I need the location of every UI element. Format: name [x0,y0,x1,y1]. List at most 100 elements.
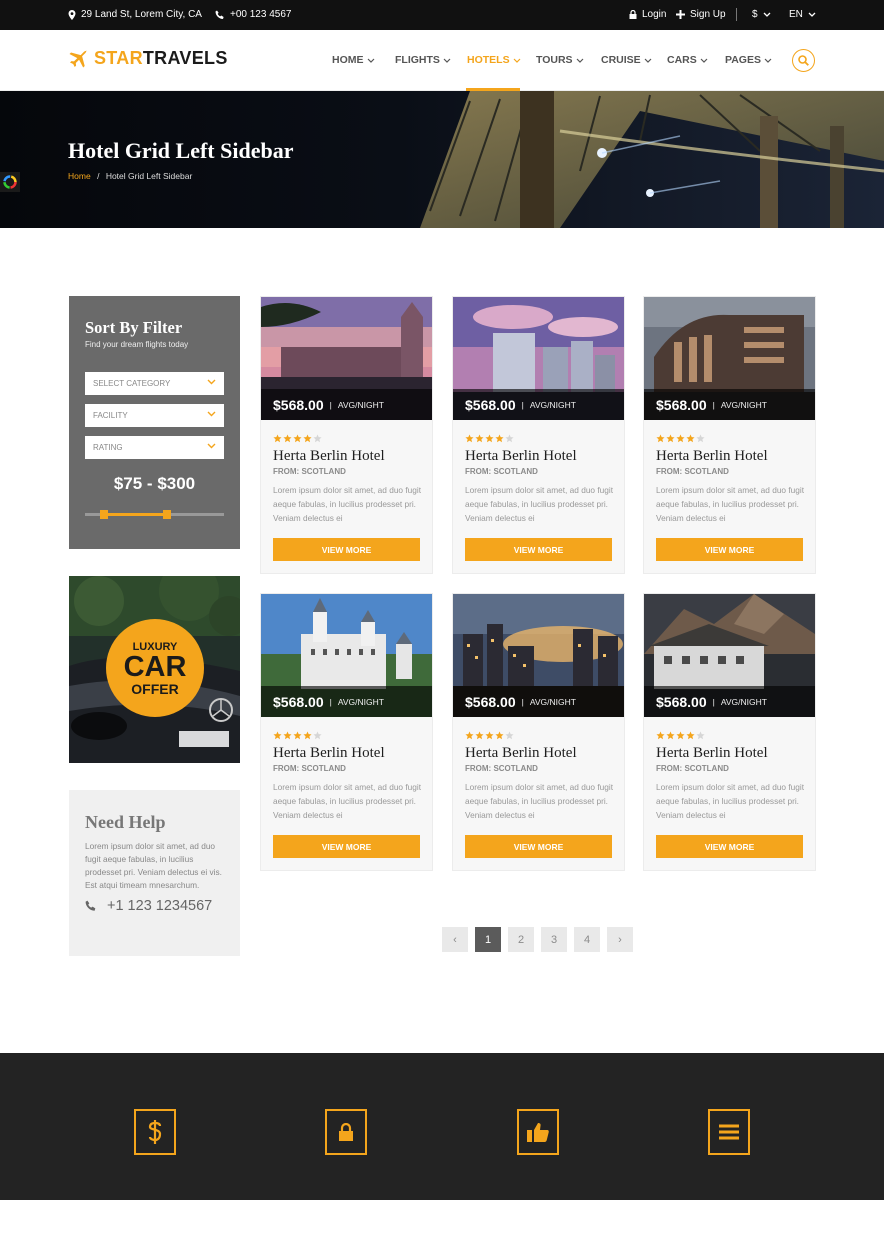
facility-select[interactable]: FACILITY [85,404,224,427]
nav-cars[interactable]: CARS [667,54,708,66]
address: 29 Land St, Lorem City, CA [68,9,202,20]
price-bar: $568.00 AVG/NIGHT [261,389,432,420]
plane-icon [69,49,87,67]
star-icon [465,430,474,448]
nav-label: HOME [332,54,364,66]
map-pin-icon [68,9,76,20]
hotel-price: $568.00 [465,396,516,413]
price-bar: $568.00 AVG/NIGHT [644,389,815,420]
logo[interactable]: STARTRAVELS [68,48,228,69]
view-more-button[interactable]: VIEW MORE [273,538,420,561]
hotel-location: FROM: SCOTLAND [465,764,538,773]
language-select[interactable]: EN [789,9,816,20]
chevron-down-icon [367,58,374,63]
nav-cruise[interactable]: CRUISE [601,54,652,66]
sort-filter-panel: Sort By Filter Find your dream flights t… [69,296,240,549]
login-link[interactable]: Login [629,9,666,20]
hotel-description: Lorem ipsum dolor sit amet, ad duo fugit… [273,782,422,820]
nav-label: TOURS [536,54,573,66]
star-icon [293,727,302,745]
chevron-down-icon [207,443,216,449]
star-icon [495,430,504,448]
page-3-button[interactable]: 3 [541,927,567,952]
luxury-car-offer-banner[interactable]: LUXURY CAR OFFER [69,576,240,763]
breadcrumb-home[interactable]: Home [68,171,91,181]
select-label: SELECT CATEGORY [93,379,171,388]
dollar-icon [134,1109,176,1155]
slider-fill [104,513,167,516]
prev-page-button[interactable]: ‹ [442,927,468,952]
page-1-button[interactable]: 1 [475,927,501,952]
feature-title: Travel Guidelines [668,1228,790,1245]
page-2-button[interactable]: 2 [508,927,534,952]
star-icon [676,430,685,448]
list-icon [708,1109,750,1155]
filter-title: Sort By Filter [85,318,183,337]
view-more-button[interactable]: VIEW MORE [273,835,420,858]
nav-flights[interactable]: FLIGHTS [395,54,451,66]
signup-link[interactable]: Sign Up [676,9,726,20]
hotel-name[interactable]: Herta Berlin Hotel [273,448,385,465]
feature-title: Safe and Secure [291,1228,401,1245]
slider-handle-min[interactable] [100,510,108,519]
select-label: RATING [93,443,123,452]
page-4-button[interactable]: 4 [574,927,600,952]
view-more-button[interactable]: VIEW MORE [465,538,612,561]
nav-hotels[interactable]: HOTELS [467,54,521,66]
hotel-name[interactable]: Herta Berlin Hotel [465,745,577,762]
slider-handle-max[interactable] [163,510,171,519]
hotel-name[interactable]: Herta Berlin Hotel [656,745,768,762]
next-page-button[interactable]: › [607,927,633,952]
help-phone-number: +1 123 1234567 [107,898,213,914]
hotel-card: $568.00 AVG/NIGHT Herta Berlin Hotel FROM: … [452,593,625,871]
features-footer: Best Price Guarantee Safe and Secure Bes… [0,1053,884,1245]
hotel-price: $568.00 [465,693,516,710]
need-help-box: Need Help Lorem ipsum dolor sit amet, ad… [69,790,240,956]
nav-home[interactable]: HOME [332,54,375,66]
chevron-down-icon [700,58,708,63]
price-unit: AVG/NIGHT [330,697,384,707]
login-label: Login [642,9,667,20]
hotel-name[interactable]: Herta Berlin Hotel [465,448,577,465]
hotel-name[interactable]: Herta Berlin Hotel [273,745,385,762]
rating-select[interactable]: RATING [85,436,224,459]
phone: +00 123 4567 [215,9,291,20]
logo-part-1: STAR [94,48,143,68]
hotel-card: $568.00 AVG/NIGHT Herta Berlin Hotel FROM: … [643,296,816,574]
star-icon [293,430,302,448]
star-rating [465,430,514,448]
chevron-down-icon [513,58,521,63]
color-switcher-button[interactable] [0,172,20,192]
hotel-description: Lorem ipsum dolor sit amet, ad duo fugit… [465,782,614,820]
price-bar: $568.00 AVG/NIGHT [644,686,815,717]
nav-tours[interactable]: TOURS [536,54,584,66]
view-more-button[interactable]: VIEW MORE [465,835,612,858]
nav-label: HOTELS [467,54,510,66]
star-rating [656,430,705,448]
category-select[interactable]: SELECT CATEGORY [85,372,224,395]
currency-select[interactable]: $ [752,9,771,20]
star-icon [313,727,322,745]
hotel-location: FROM: SCOTLAND [273,764,346,773]
search-button[interactable] [792,49,815,72]
phone-icon [215,10,224,19]
hotel-name[interactable]: Herta Berlin Hotel [656,448,768,465]
currency-label: $ [752,9,758,20]
price-unit: AVG/NIGHT [522,697,576,707]
address-text: 29 Land St, Lorem City, CA [81,9,202,20]
price-range-slider[interactable] [85,510,224,519]
lock-icon [325,1109,367,1155]
phone-text: +00 123 4567 [230,9,292,20]
chevron-down-icon [207,411,216,417]
star-icon [666,727,675,745]
nav-label: PAGES [725,54,761,66]
view-more-button[interactable]: VIEW MORE [656,538,803,561]
view-more-button[interactable]: VIEW MORE [656,835,803,858]
help-phone[interactable]: +1 123 1234567 [85,898,212,914]
star-icon [676,727,685,745]
hotel-description: Lorem ipsum dolor sit amet, ad duo fugit… [465,485,614,523]
star-icon [505,430,514,448]
hotel-price: $568.00 [273,693,324,710]
nav-pages[interactable]: PAGES [725,54,772,66]
search-icon [798,55,809,66]
